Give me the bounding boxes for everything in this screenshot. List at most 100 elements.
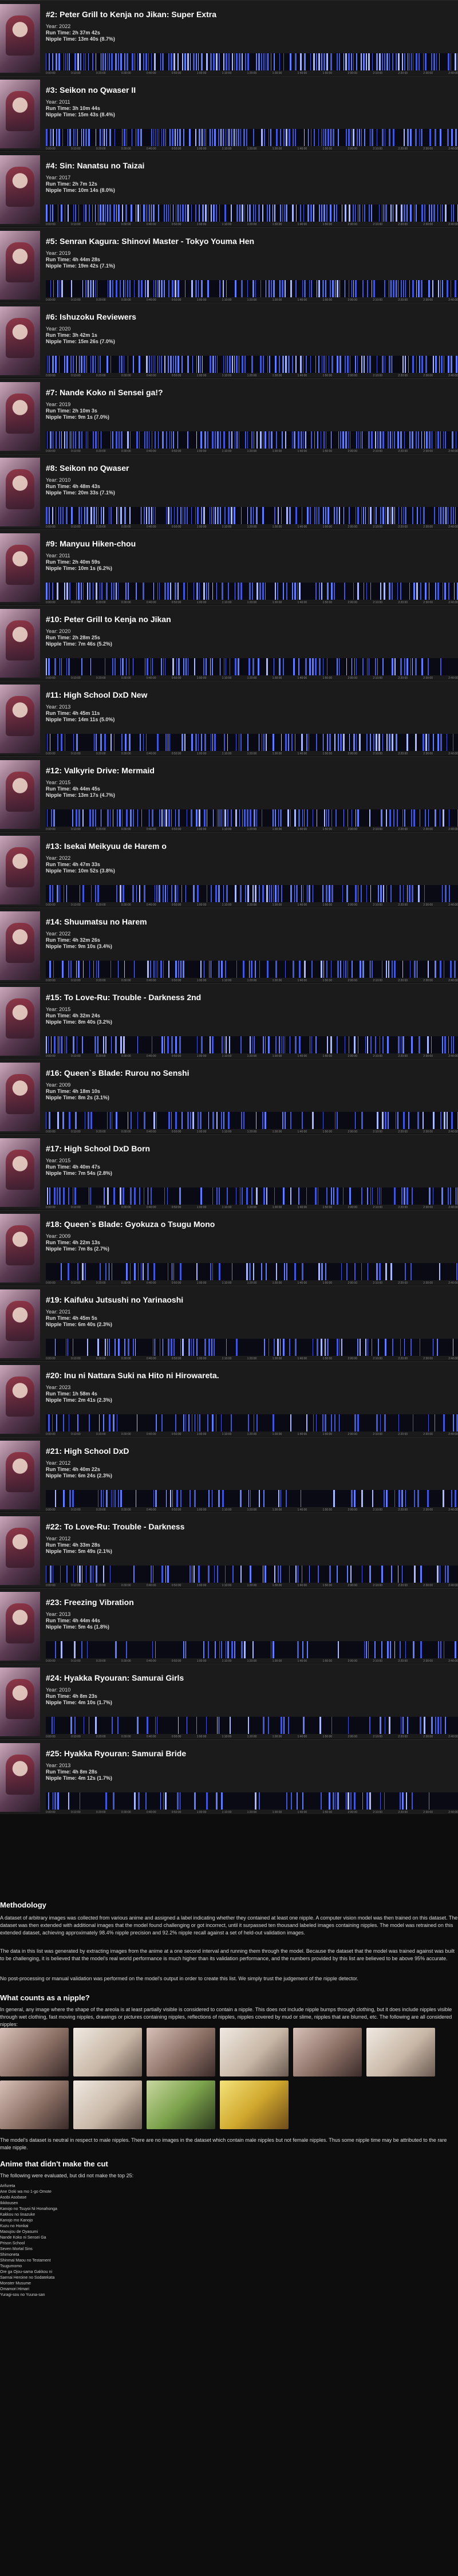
nipple-segment <box>328 809 329 827</box>
nipple-segment <box>402 961 403 978</box>
methodology-paragraph-3: No post-processing or manual validation … <box>0 1976 358 1981</box>
nipple-segment <box>389 809 391 827</box>
nipple-segment <box>362 1792 363 1810</box>
nipple-segment <box>57 734 58 751</box>
nipple-segment <box>90 1566 92 1583</box>
nipple-segment <box>236 1339 238 1356</box>
nipple-segment <box>421 280 423 297</box>
nipple-segment <box>326 885 327 902</box>
meta-nip: Nipple Time: 14m 11s (5.0%) <box>46 717 115 722</box>
nipple-segment <box>163 658 164 675</box>
nipple-segment <box>396 280 397 297</box>
nipple-segment <box>167 1566 169 1583</box>
nipple-segment <box>255 961 256 978</box>
nipple-segment <box>140 129 142 146</box>
nipple-segment <box>153 961 155 978</box>
nipple-segment <box>225 1566 226 1583</box>
nipple-segment <box>242 53 243 70</box>
nipple-segment <box>267 204 268 222</box>
nipple-segment <box>400 1792 401 1810</box>
nipple-segment <box>420 1717 421 1734</box>
entry-meta: Year: 2012 Run Time: 4h 40m 22s Nipple Tim… <box>46 1460 112 1479</box>
nipple-segment <box>212 129 213 146</box>
nipple-segment <box>348 129 350 146</box>
nipple-segment <box>61 734 62 751</box>
nipple-segment <box>406 1792 407 1810</box>
cover-art <box>0 1289 40 1358</box>
nipple-segment <box>62 507 64 524</box>
ranking-entry: #20: Inu ni Nattara Suki na Hito ni Hiro… <box>0 1361 458 1436</box>
nipple-segment <box>147 961 149 978</box>
nipple-segment <box>355 280 357 297</box>
nipple-segment <box>106 1490 108 1507</box>
nipple-segment <box>400 1339 401 1356</box>
ranking-entry: #6: Ishuzoku Reviewers Year: 2020 Run Time… <box>0 302 458 377</box>
nipple-segment <box>215 356 216 373</box>
nipple-segment <box>384 280 385 297</box>
nipple-segment <box>175 885 176 902</box>
nipple-segment <box>318 129 319 146</box>
nipple-segment <box>279 280 281 297</box>
nipple-segment <box>243 961 244 978</box>
nipple-segment <box>220 431 221 449</box>
nipple-segment <box>47 809 48 827</box>
nipple-segment <box>114 658 116 675</box>
nipple-segment <box>334 507 335 524</box>
nipple-segment <box>269 885 270 902</box>
nipple-segment <box>182 204 184 222</box>
nipple-segment <box>166 1490 167 1507</box>
nipple-segment <box>297 1641 299 1658</box>
nipple-segment <box>218 885 220 902</box>
nipple-timeline-barcode <box>46 53 458 70</box>
nipple-segment <box>367 658 368 675</box>
nipple-segment <box>221 1641 222 1658</box>
nipple-segment <box>342 885 343 902</box>
nipple-segment <box>195 129 196 146</box>
nipple-segment <box>183 1641 184 1658</box>
nipple-segment <box>227 734 228 751</box>
nipple-segment <box>373 734 374 751</box>
timeline-tick: 0:10:00 <box>70 1811 81 1814</box>
nipple-segment <box>240 1566 242 1583</box>
nipple-segment <box>174 507 175 524</box>
nipple-segment <box>196 1339 198 1356</box>
nipple-segment <box>404 204 405 222</box>
nipple-segment <box>283 1187 285 1205</box>
example-image <box>73 2081 142 2129</box>
nipple-segment <box>289 507 291 524</box>
nipple-segment <box>62 961 64 978</box>
nipple-segment <box>225 961 226 978</box>
nipple-segment <box>361 1187 362 1205</box>
nipple-segment <box>351 129 352 146</box>
nipple-segment <box>171 1339 172 1356</box>
nipple-segment <box>440 507 441 524</box>
nipple-segment <box>274 1187 275 1205</box>
nipple-segment <box>155 1717 156 1734</box>
nipple-segment <box>103 1036 104 1053</box>
meta-year: Year: 2015 <box>46 1158 71 1163</box>
nipple-segment <box>439 1263 440 1280</box>
nipple-segment <box>453 1036 454 1053</box>
nipple-segment <box>404 658 405 675</box>
nipple-segment <box>98 961 99 978</box>
nipple-segment <box>143 583 144 600</box>
nipple-segment <box>165 885 166 902</box>
nipple-segment <box>404 809 405 827</box>
meta-run: Run Time: 4h 8m 28s <box>46 1769 97 1775</box>
nipple-segment <box>323 204 325 222</box>
nipple-segment <box>327 1339 329 1356</box>
nipple-segment <box>135 1339 136 1356</box>
nipple-segment <box>337 1036 338 1053</box>
nipple-segment <box>165 734 167 751</box>
nipple-segment <box>296 204 297 222</box>
nipple-segment <box>321 129 322 146</box>
nipple-segment <box>344 583 345 600</box>
nipple-segment <box>361 356 362 373</box>
nipple-segment <box>424 204 425 222</box>
nipple-segment <box>239 53 240 70</box>
nipple-segment <box>353 280 354 297</box>
nipple-segment <box>428 734 429 751</box>
nipple-segment <box>285 961 286 978</box>
cover-art <box>0 1516 40 1585</box>
nipple-segment <box>208 1112 209 1129</box>
